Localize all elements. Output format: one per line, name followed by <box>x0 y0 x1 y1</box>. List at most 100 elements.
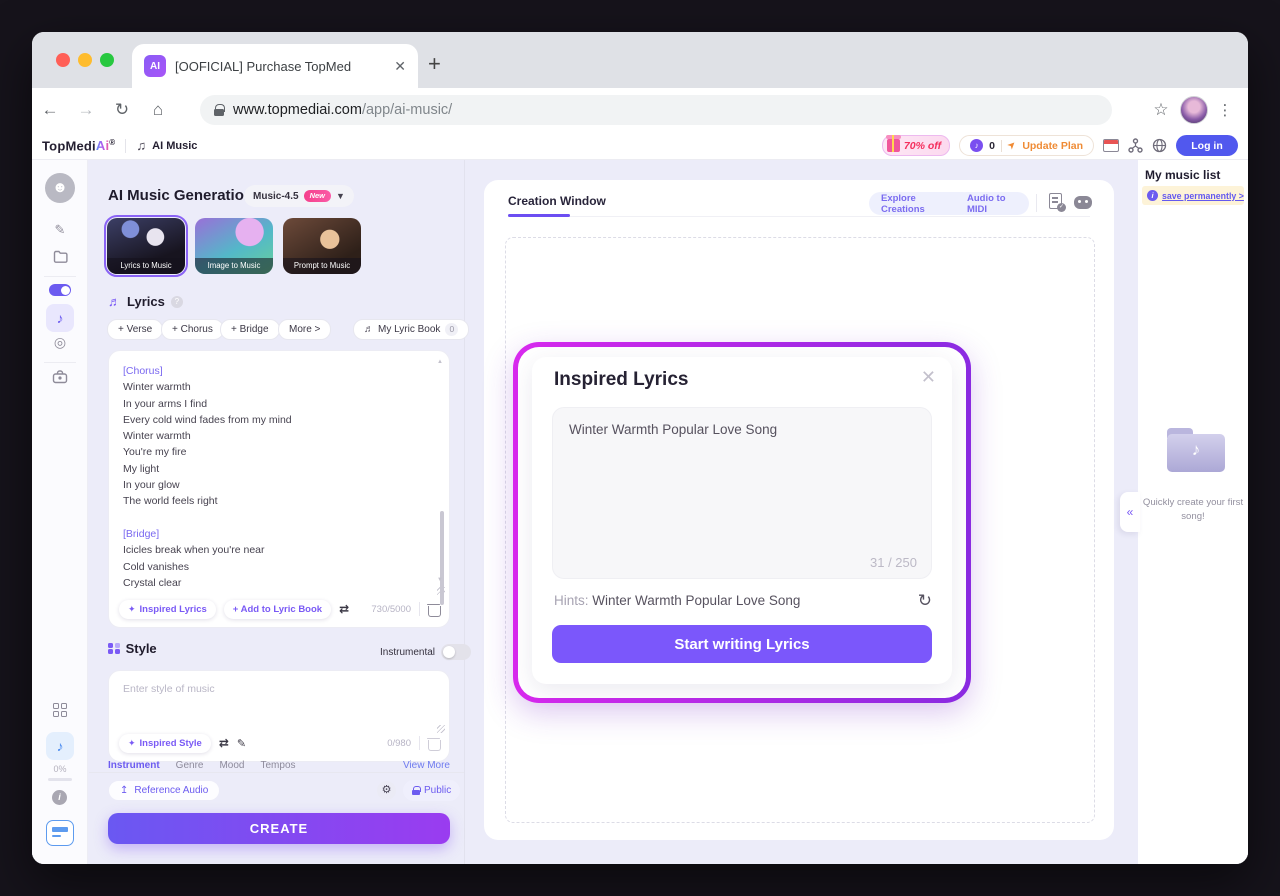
rail-toggle[interactable] <box>49 284 71 296</box>
tab-tempos[interactable]: Tempos <box>260 760 295 771</box>
scroll-up-icon[interactable]: ▲ <box>437 359 443 365</box>
card-lyrics-to-music[interactable]: Lyrics to Music <box>107 218 185 274</box>
add-verse-button[interactable]: + Verse <box>107 319 163 340</box>
save-permanently-banner[interactable]: i save permanently > <box>1142 186 1244 205</box>
create-draft-icon[interactable]: ✎ <box>32 222 88 238</box>
folder-icon[interactable] <box>32 250 88 268</box>
url-field[interactable]: www.topmediai.com/app/ai-music/ <box>200 95 1112 125</box>
lyric-line: Crystal clear <box>123 575 427 591</box>
topmediai-logo[interactable]: TopMediAi® <box>42 138 115 153</box>
site-header: TopMediAi® ♫ AI Music 70% off ♪ 0 ➤ Upda… <box>32 132 1248 160</box>
tab-genre[interactable]: Genre <box>176 760 204 771</box>
my-lyric-book-button[interactable]: ♬ My Lyric Book 0 <box>353 319 469 340</box>
score-document-icon[interactable] <box>1049 193 1062 209</box>
edit-icon[interactable]: ✎ <box>237 737 246 750</box>
reload-icon[interactable]: ↻ <box>104 100 140 120</box>
window-zoom-button[interactable] <box>100 53 114 67</box>
header-divider <box>125 139 126 153</box>
style-input[interactable] <box>123 683 429 723</box>
browser-menu-icon[interactable]: ⋮ <box>1212 101 1238 119</box>
save-permanently-link[interactable]: save permanently > <box>1162 191 1244 201</box>
discount-badge[interactable]: 70% off <box>882 135 950 156</box>
settings-gear-icon[interactable]: ⚙ <box>377 781 396 800</box>
add-chorus-button[interactable]: + Chorus <box>161 319 224 340</box>
lyric-line: In your arms I find <box>123 396 427 412</box>
collapse-sidebar-button[interactable]: « <box>1120 492 1140 532</box>
browser-window: AI [OOFICIAL] Purchase TopMed ✕ + ← → ↻ … <box>32 32 1248 864</box>
refresh-hints-icon[interactable]: ↻ <box>918 591 932 611</box>
calendar-icon[interactable] <box>1103 139 1119 152</box>
public-toggle-button[interactable]: Public <box>403 780 460 801</box>
credits-update-pill[interactable]: ♪ 0 ➤ Update Plan <box>959 135 1094 156</box>
scroll-down-icon[interactable]: ▼ <box>437 577 443 583</box>
disc-icon[interactable]: ◎ <box>32 334 88 351</box>
more-sections-button[interactable]: More > <box>278 319 331 340</box>
forward-icon[interactable]: → <box>68 100 104 120</box>
window-close-button[interactable] <box>56 53 70 67</box>
tab-mood[interactable]: Mood <box>219 760 244 771</box>
subscription-card-icon[interactable] <box>46 820 74 846</box>
shuffle-icon[interactable]: ⇄ <box>339 602 349 616</box>
browser-profile-avatar[interactable] <box>1180 96 1208 124</box>
close-icon[interactable]: ✕ <box>921 367 936 388</box>
workspace-bag-icon[interactable] <box>32 370 88 389</box>
panel-divider <box>464 160 465 864</box>
share-nodes-icon[interactable] <box>1128 138 1143 153</box>
view-more-link[interactable]: View More <box>403 760 450 771</box>
lyrics-editor[interactable]: [Chorus]Winter warmthIn your arms I find… <box>123 363 427 591</box>
music-list-title: My music list <box>1145 168 1220 182</box>
reference-audio-button[interactable]: ↥ Reference Audio <box>108 780 220 801</box>
resize-handle[interactable] <box>437 587 445 595</box>
inspired-style-button[interactable]: ✦Inspired Style <box>119 734 211 753</box>
chevron-down-icon: ▼ <box>336 191 345 201</box>
creation-window-tab[interactable]: Creation Window <box>508 194 606 208</box>
login-button[interactable]: Log in <box>1176 135 1238 156</box>
new-tab-button[interactable]: + <box>428 50 441 78</box>
lyric-line: Every cold wind fades from my mind <box>123 412 427 428</box>
add-to-lyric-book-button[interactable]: + Add to Lyric Book <box>224 600 331 619</box>
active-tab-indicator <box>508 214 570 217</box>
model-selector[interactable]: Music-4.5 New ▼ <box>244 185 354 207</box>
back-icon[interactable]: ← <box>32 100 68 120</box>
site-favicon: AI <box>144 55 166 77</box>
instrumental-toggle[interactable] <box>441 644 471 660</box>
bookmark-star-icon[interactable]: ☆ <box>1146 100 1176 120</box>
sparkle-icon: ✦ <box>128 738 136 749</box>
prompt-input[interactable]: Winter Warmth Popular Love Song <box>569 422 915 548</box>
audio-to-midi-button[interactable]: Audio to MIDI <box>955 192 1029 215</box>
home-icon[interactable]: ⌂ <box>140 100 176 120</box>
music-progress-icon[interactable]: ♪ <box>46 732 74 760</box>
tab-title: [OOFICIAL] Purchase TopMed <box>175 59 385 74</box>
inspired-lyrics-button[interactable]: ✦Inspired Lyrics <box>119 600 216 619</box>
lyric-line: My light <box>123 461 427 477</box>
add-bridge-button[interactable]: + Bridge <box>220 319 280 340</box>
browser-tab[interactable]: AI [OOFICIAL] Purchase TopMed ✕ <box>132 44 418 88</box>
discord-icon[interactable] <box>1074 196 1092 209</box>
lyric-line: Icicles break when you're near <box>123 542 427 558</box>
start-writing-lyrics-button[interactable]: Start writing Lyrics <box>552 625 932 663</box>
lyric-line: [Bridge] <box>123 526 427 542</box>
tab-close-icon[interactable]: ✕ <box>394 58 406 75</box>
lyrics-editor-card: [Chorus]Winter warmthIn your arms I find… <box>108 350 450 628</box>
ssl-lock-icon[interactable] <box>214 104 224 116</box>
style-actions: ✦Inspired Style ⇄ ✎ 0/980 <box>119 732 439 754</box>
info-icon[interactable]: i <box>52 790 67 805</box>
clear-lyrics-icon[interactable] <box>428 603 439 616</box>
clear-style-icon[interactable] <box>428 737 439 750</box>
hints-row: Hints: Winter Warmth Popular Love Song <box>554 593 800 608</box>
prompt-input-wrap: Winter Warmth Popular Love Song 31 / 250 <box>552 407 932 579</box>
style-section-header: Style <box>108 641 157 656</box>
model-name: Music-4.5 <box>253 191 299 202</box>
shuffle-icon[interactable]: ⇄ <box>219 736 229 750</box>
help-icon[interactable]: ? <box>171 296 183 308</box>
tab-instrument[interactable]: Instrument <box>108 760 160 772</box>
card-prompt-to-music[interactable]: Prompt to Music <box>283 218 361 274</box>
card-image-to-music[interactable]: Image to Music <box>195 218 273 274</box>
create-button[interactable]: CREATE <box>108 813 450 844</box>
language-globe-icon[interactable] <box>1152 138 1167 153</box>
ai-music-nav-icon[interactable]: ♪ <box>46 304 74 332</box>
apps-grid-icon[interactable] <box>32 696 88 717</box>
model-new-badge: New <box>304 190 331 202</box>
user-avatar[interactable]: ☻ <box>45 173 75 203</box>
window-minimize-button[interactable] <box>78 53 92 67</box>
